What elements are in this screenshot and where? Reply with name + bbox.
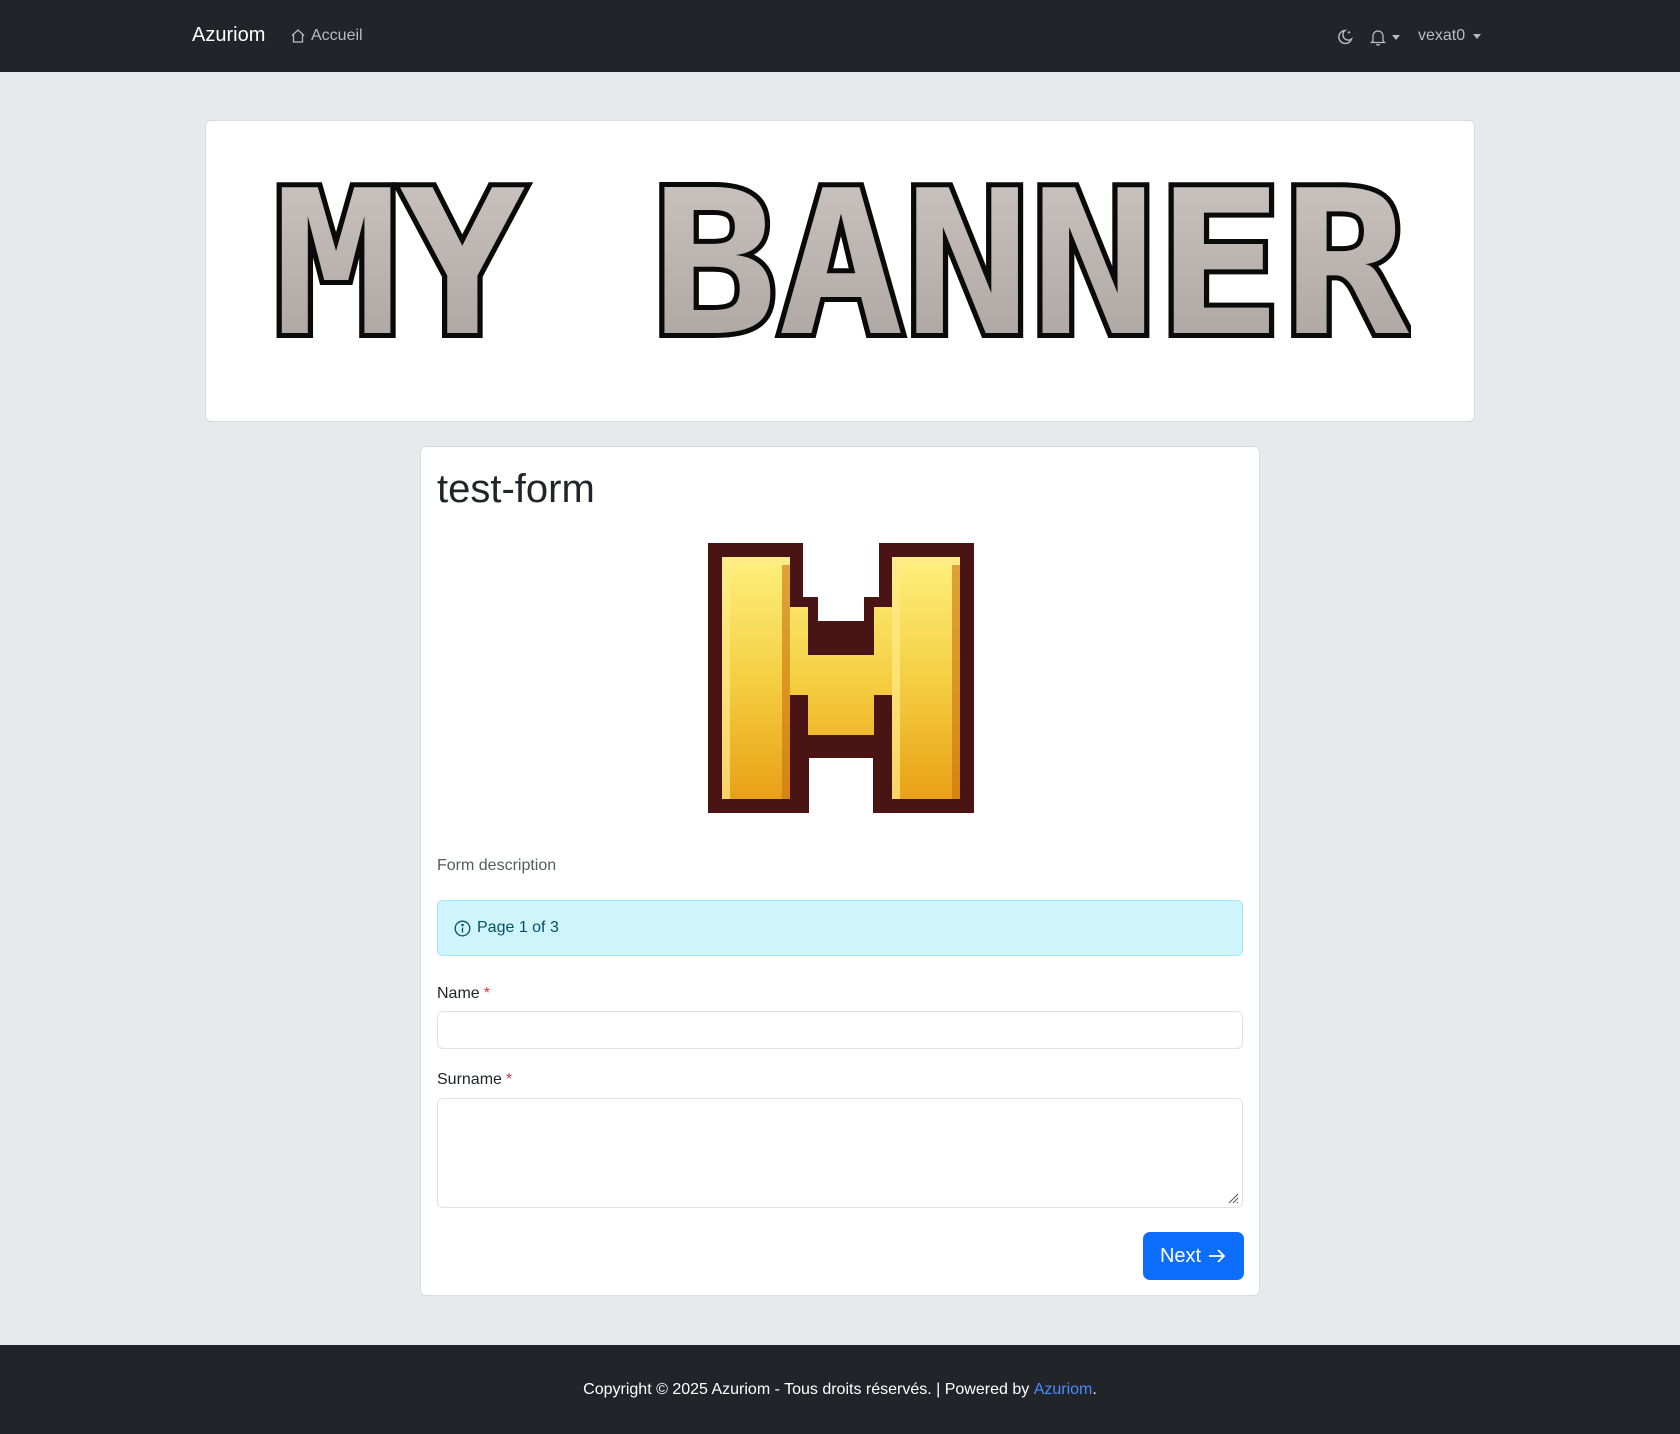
surname-textarea[interactable] (437, 1098, 1243, 1208)
nav-home-label: Accueil (311, 27, 363, 44)
required-mark: * (483, 985, 490, 1002)
next-button-label: Next (1159, 1244, 1202, 1267)
notifications-dropdown[interactable] (1370, 28, 1400, 46)
name-input[interactable] (437, 1011, 1243, 1049)
name-label-text: Name (437, 985, 480, 1002)
next-button[interactable]: Next (1143, 1232, 1244, 1280)
resize-grip-icon[interactable] (1227, 1192, 1239, 1204)
top-navbar: Azuriom Accueil vexat0 (0, 0, 1680, 72)
user-dropdown[interactable]: vexat0 (1418, 27, 1482, 45)
brand-link[interactable]: Azuriom (192, 24, 265, 47)
footer-azuriom-link[interactable]: Azuriom (1034, 1381, 1093, 1399)
footer-copyright: Copyright © 2025 Azuriom - Tous droits r… (583, 1380, 1030, 1398)
form-description: Form description (437, 857, 557, 874)
name-label: Name * (437, 985, 490, 1003)
chevron-down-icon (1473, 33, 1482, 39)
surname-label-text: Surname (437, 1071, 502, 1088)
info-icon (454, 920, 471, 936)
svg-text:MY BANNER: MY BANNER (273, 181, 1410, 361)
required-mark: * (505, 1071, 513, 1088)
nav-home-link[interactable]: Accueil (290, 27, 363, 45)
page-info-text: Page 1 of 3 (477, 919, 559, 936)
arrow-right-icon (1209, 1249, 1226, 1263)
form-card: test-form Form description Page 1 of 3 N… (420, 446, 1260, 1296)
chevron-down-icon (1392, 34, 1400, 40)
moon-icon[interactable] (1336, 28, 1354, 46)
username: vexat0 (1418, 27, 1466, 44)
bell-icon (1370, 30, 1386, 46)
footer-suffix: . (1092, 1380, 1097, 1398)
banner-image: MY BANNER (271, 181, 1411, 361)
surname-label: Surname * (437, 1071, 512, 1089)
form-logo-image (708, 543, 974, 813)
page-title: test-form (437, 467, 595, 511)
footer: Copyright © 2025 Azuriom - Tous droits r… (0, 1345, 1680, 1434)
banner-card: MY BANNER (205, 120, 1475, 422)
home-icon (291, 29, 305, 43)
page-info-alert: Page 1 of 3 (437, 900, 1243, 956)
